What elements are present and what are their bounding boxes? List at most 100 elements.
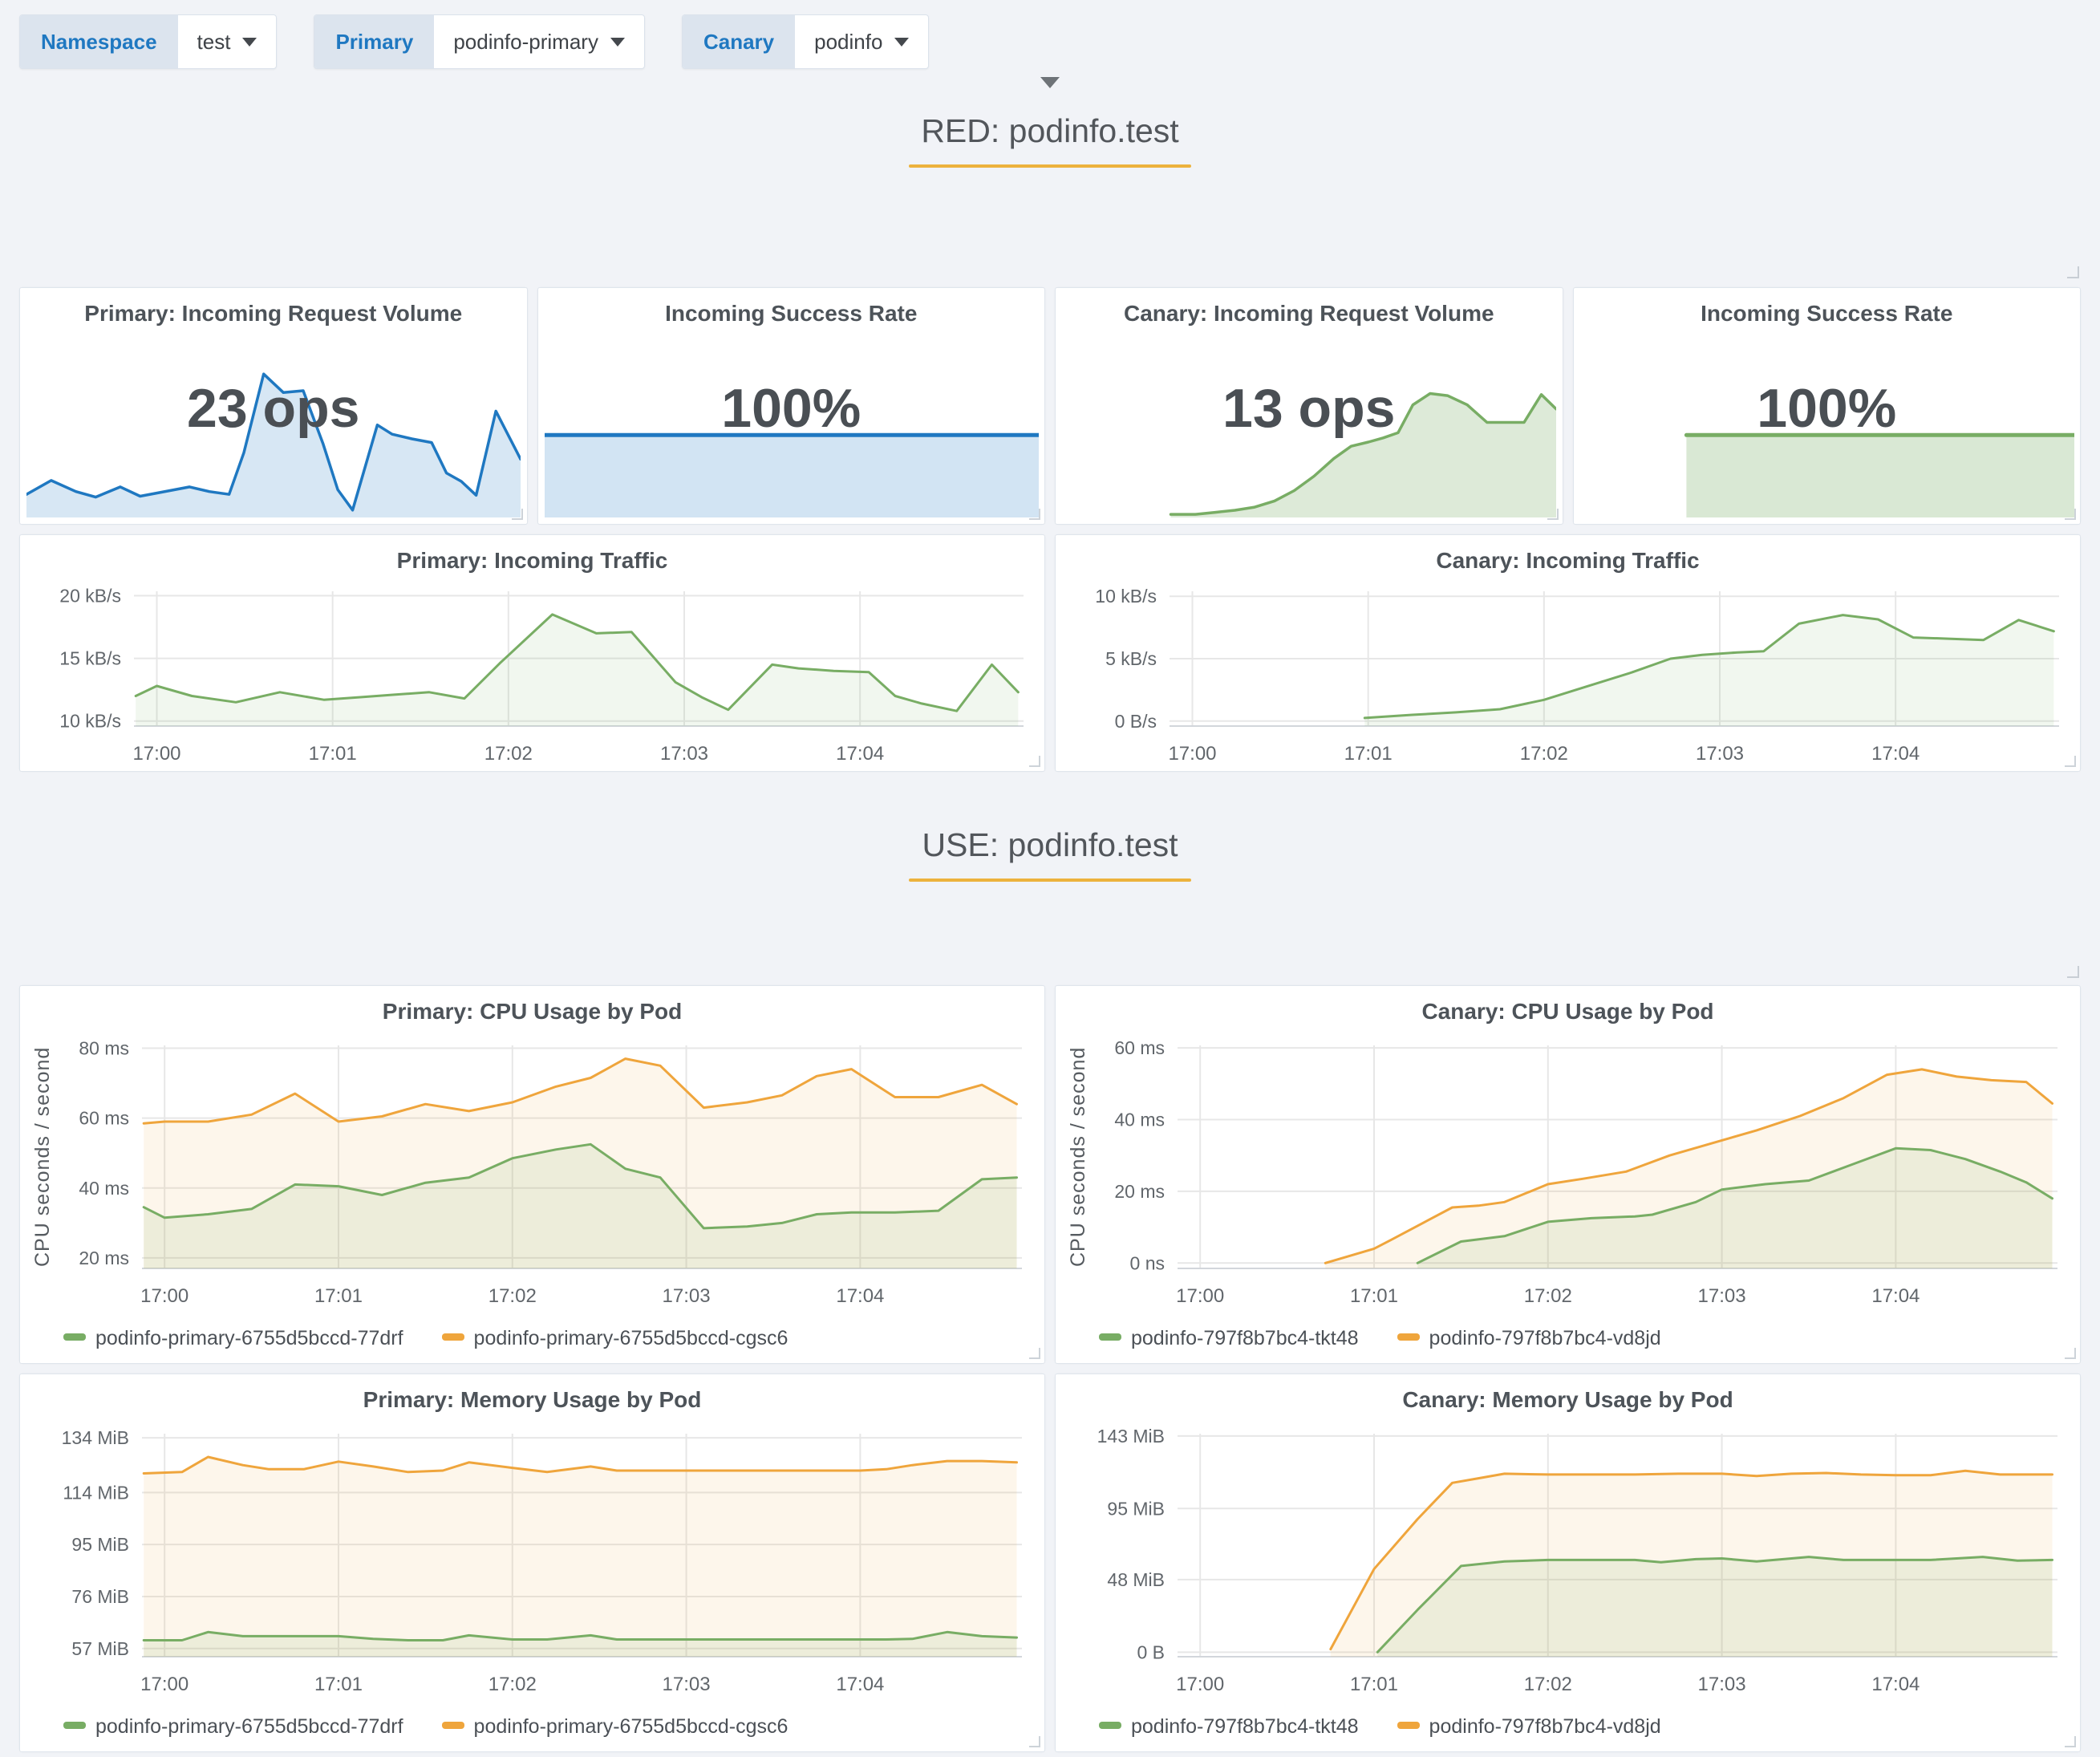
panel-resize-handle[interactable] — [2065, 1736, 2076, 1747]
svg-text:60 ms: 60 ms — [1114, 1037, 1165, 1058]
variable-canary-value-dropdown[interactable]: podinfo — [795, 15, 928, 68]
variable-canary-value: podinfo — [814, 30, 882, 55]
legend-label: podinfo-primary-6755d5bccd-cgsc6 — [474, 1715, 789, 1738]
svg-text:17:00: 17:00 — [140, 1674, 189, 1695]
variable-namespace: Namespace test — [19, 14, 277, 69]
stat-value: 23 ops — [20, 377, 527, 440]
legend-item[interactable]: podinfo-797f8b7bc4-tkt48 — [1099, 1715, 1359, 1739]
svg-text:143 MiB: 143 MiB — [1097, 1426, 1165, 1447]
panel-resize-handle[interactable] — [1029, 756, 1040, 767]
legend-swatch-green — [1099, 1333, 1121, 1341]
dashboard: Namespace test Primary podinfo-primary C… — [0, 0, 2100, 1757]
panel-resize-handle[interactable] — [2065, 509, 2076, 520]
panel-canary-request-volume: Canary: Incoming Request Volume 13 ops — [1055, 287, 1563, 525]
panel-resize-handle[interactable] — [1029, 1348, 1040, 1359]
row-title-use[interactable]: USE: podinfo.test — [0, 826, 2100, 864]
svg-text:95 MiB: 95 MiB — [1107, 1498, 1165, 1519]
legend-swatch-green — [63, 1333, 86, 1341]
svg-text:20 kB/s: 20 kB/s — [59, 585, 121, 606]
panel-resize-handle[interactable] — [1547, 509, 1559, 520]
row-header-use: USE: podinfo.test — [0, 826, 2100, 882]
panel-resize-handle[interactable] — [1029, 1736, 1040, 1747]
svg-text:17:00: 17:00 — [132, 743, 180, 765]
svg-text:80 ms: 80 ms — [79, 1037, 129, 1058]
panel-title[interactable]: Primary: Incoming Traffic — [20, 548, 1044, 574]
panel-primary-incoming-traffic: Primary: Incoming Traffic 17:00 17:01 17:0… — [19, 534, 1045, 772]
legend-label: podinfo-797f8b7bc4-vd8jd — [1429, 1327, 1661, 1349]
panel-resize-handle[interactable] — [1029, 509, 1040, 520]
svg-text:17:02: 17:02 — [484, 743, 533, 765]
panel-title[interactable]: Primary: Incoming Request Volume — [20, 301, 527, 327]
panel-title[interactable]: Incoming Success Rate — [1574, 301, 2081, 327]
row-underline — [909, 164, 1191, 168]
variable-namespace-value-dropdown[interactable]: test — [178, 15, 277, 68]
svg-text:10 kB/s: 10 kB/s — [1095, 586, 1157, 607]
svg-text:17:02: 17:02 — [1520, 743, 1568, 765]
svg-text:17:03: 17:03 — [663, 1674, 711, 1695]
legend-swatch-orange — [1397, 1333, 1420, 1341]
svg-text:17:02: 17:02 — [1524, 1674, 1572, 1695]
svg-text:20 ms: 20 ms — [1114, 1181, 1165, 1202]
svg-text:17:04: 17:04 — [1871, 1674, 1920, 1695]
legend-item[interactable]: podinfo-797f8b7bc4-vd8jd — [1397, 1327, 1661, 1350]
panel-primary-request-volume: Primary: Incoming Request Volume 23 ops — [19, 287, 528, 525]
svg-text:57 MiB: 57 MiB — [71, 1638, 129, 1659]
row-collapse-caret-icon[interactable] — [1040, 77, 1060, 88]
panel-primary-success-rate: Incoming Success Rate 100% — [537, 287, 1046, 525]
legend-swatch-green — [63, 1722, 86, 1729]
svg-text:60 ms: 60 ms — [79, 1108, 129, 1129]
variable-primary-value-dropdown[interactable]: podinfo-primary — [434, 15, 644, 68]
panel-primary-memory-usage: Primary: Memory Usage by Pod 17:0017:011… — [19, 1374, 1045, 1752]
panel-title[interactable]: Primary: CPU Usage by Pod — [20, 999, 1044, 1025]
legend: podinfo-primary-6755d5bccd-77drf podinfo… — [63, 1327, 788, 1350]
stat-value: 100% — [1574, 377, 2081, 440]
legend-item[interactable]: podinfo-primary-6755d5bccd-77drf — [63, 1327, 403, 1350]
traffic-panels-row: Primary: Incoming Traffic 17:00 17:01 17:0… — [19, 534, 2081, 772]
svg-text:134 MiB: 134 MiB — [62, 1427, 129, 1448]
legend-item[interactable]: podinfo-797f8b7bc4-tkt48 — [1099, 1327, 1359, 1350]
svg-text:17:03: 17:03 — [663, 1285, 711, 1307]
panel-canary-success-rate: Incoming Success Rate 100% — [1573, 287, 2082, 525]
primary-cpu-usage-chart[interactable]: 17:0017:0117:0217:0317:0420 ms40 ms60 ms… — [20, 986, 1044, 1363]
legend-label: podinfo-primary-6755d5bccd-77drf — [95, 1327, 403, 1349]
legend-item[interactable]: podinfo-primary-6755d5bccd-cgsc6 — [442, 1715, 789, 1739]
panel-resize-handle[interactable] — [2065, 756, 2076, 767]
section-resize-handle[interactable] — [2067, 266, 2079, 278]
canary-memory-usage-chart[interactable]: 17:0017:0117:0217:0317:040 B48 MiB95 MiB… — [1056, 1374, 2080, 1751]
canary-cpu-usage-chart[interactable]: 17:0017:0117:0217:0317:040 ns20 ms40 ms6… — [1056, 986, 2080, 1363]
svg-text:17:01: 17:01 — [1344, 743, 1393, 765]
panel-title[interactable]: Primary: Memory Usage by Pod — [20, 1387, 1044, 1413]
panel-title[interactable]: Canary: Memory Usage by Pod — [1056, 1387, 2080, 1413]
panel-title[interactable]: Canary: CPU Usage by Pod — [1056, 999, 2080, 1025]
svg-text:15 kB/s: 15 kB/s — [59, 648, 121, 669]
variable-canary-label: Canary — [683, 15, 795, 68]
section-resize-handle[interactable] — [2067, 966, 2079, 978]
y-axis-label: CPU seconds / second — [31, 1045, 55, 1268]
variable-primary-label: Primary — [314, 15, 434, 68]
legend: podinfo-797f8b7bc4-tkt48 podinfo-797f8b7… — [1099, 1715, 1661, 1739]
panel-resize-handle[interactable] — [2065, 1348, 2076, 1359]
primary-memory-usage-chart[interactable]: 17:0017:0117:0217:0317:0457 MiB76 MiB95 … — [20, 1374, 1044, 1751]
svg-text:17:02: 17:02 — [1524, 1285, 1572, 1307]
legend-item[interactable]: podinfo-primary-6755d5bccd-77drf — [63, 1715, 403, 1739]
row-underline — [909, 878, 1191, 882]
legend-item[interactable]: podinfo-primary-6755d5bccd-cgsc6 — [442, 1327, 789, 1350]
variable-namespace-value: test — [197, 30, 231, 55]
panel-title[interactable]: Canary: Incoming Request Volume — [1056, 301, 1563, 327]
svg-text:17:01: 17:01 — [1350, 1285, 1398, 1307]
memory-panels-row: Primary: Memory Usage by Pod 17:0017:011… — [19, 1374, 2081, 1752]
svg-text:17:03: 17:03 — [660, 743, 708, 765]
chevron-down-icon — [242, 38, 257, 47]
y-axis-label: CPU seconds / second — [1067, 1045, 1090, 1268]
row-header-red: RED: podinfo.test — [0, 77, 2100, 168]
svg-text:114 MiB: 114 MiB — [63, 1482, 129, 1503]
svg-text:17:01: 17:01 — [309, 743, 357, 765]
row-title-red[interactable]: RED: podinfo.test — [0, 112, 2100, 150]
svg-text:17:03: 17:03 — [1698, 1285, 1746, 1307]
panel-resize-handle[interactable] — [512, 509, 523, 520]
svg-text:10 kB/s: 10 kB/s — [59, 711, 121, 732]
panel-title[interactable]: Canary: Incoming Traffic — [1056, 548, 2080, 574]
stat-value: 13 ops — [1056, 377, 1563, 440]
legend-item[interactable]: podinfo-797f8b7bc4-vd8jd — [1397, 1715, 1661, 1739]
panel-title[interactable]: Incoming Success Rate — [538, 301, 1045, 327]
